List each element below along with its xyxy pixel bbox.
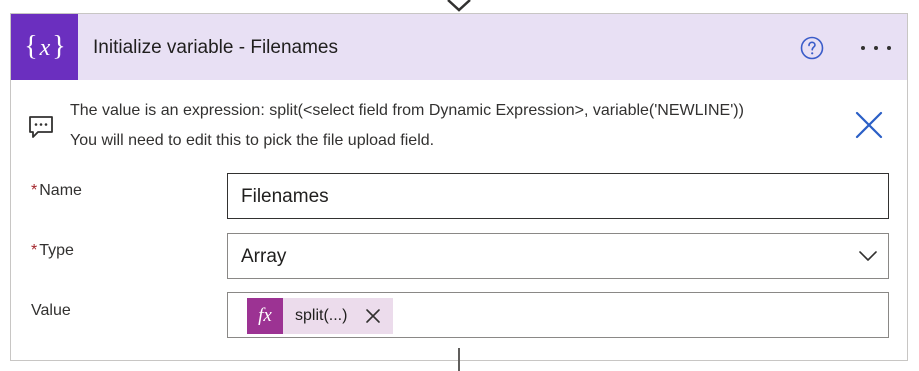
close-icon[interactable] — [364, 307, 382, 325]
help-circle-icon[interactable] — [800, 36, 824, 60]
fx-icon: fx — [247, 298, 283, 334]
svg-text:x: x — [38, 35, 50, 61]
dismiss-icon[interactable] — [852, 108, 886, 142]
card-header[interactable]: {x} Initialize variable - Filenames — [11, 14, 907, 80]
required-marker: * — [31, 242, 38, 259]
more-options-icon[interactable] — [857, 36, 895, 60]
required-marker: * — [31, 182, 38, 199]
chevron-down-icon[interactable] — [858, 247, 878, 265]
type-dropdown[interactable]: Array — [227, 233, 889, 279]
svg-text:{: { — [24, 31, 37, 62]
connector-line — [458, 348, 460, 371]
info-message: The value is an expression: split(<selec… — [16, 90, 900, 160]
type-label: * Type — [31, 242, 74, 259]
name-label: * Name — [31, 182, 82, 199]
svg-text:}: } — [52, 31, 65, 62]
expression-token-label: split(...) — [295, 307, 348, 324]
variable-icon: {x} — [11, 14, 78, 80]
name-field[interactable]: Filenames — [227, 173, 889, 219]
expression-token[interactable]: fx split(...) — [247, 298, 393, 334]
value-label: Value — [31, 302, 71, 319]
comment-icon — [29, 116, 53, 138]
info-text-line-2: You will need to edit this to pick the f… — [70, 132, 435, 149]
value-field[interactable]: fx split(...) — [227, 292, 889, 338]
name-field-value: Filenames — [241, 186, 329, 207]
connector-arrow-icon — [447, 0, 471, 12]
type-selected-value: Array — [241, 246, 287, 267]
card-title: Initialize variable - Filenames — [93, 37, 338, 58]
info-text-line-1: The value is an expression: split(<selec… — [70, 102, 744, 119]
action-card: {x} Initialize variable - Filenames The … — [10, 13, 908, 361]
